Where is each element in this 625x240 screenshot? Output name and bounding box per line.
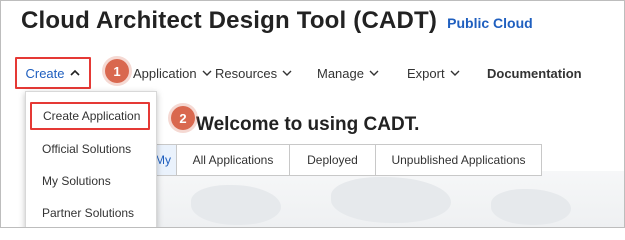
nav-export[interactable]: Export — [407, 55, 461, 91]
app-window: Cloud Architect Design Tool (CADT) Publi… — [0, 0, 625, 228]
nav-manage-label: Manage — [317, 65, 364, 81]
menu-item-my-solutions[interactable]: My Solutions — [26, 165, 158, 197]
header: Cloud Architect Design Tool (CADT) Publi… — [21, 7, 533, 47]
chevron-down-icon — [202, 70, 212, 76]
chevron-down-icon — [369, 70, 379, 76]
step-marker-1: 1 — [105, 59, 129, 83]
nav-application[interactable]: Application — [133, 55, 213, 91]
chevron-down-icon — [282, 70, 292, 76]
world-map-background — [151, 171, 624, 227]
menu-item-official-solutions[interactable]: Official Solutions — [26, 133, 158, 165]
menu-item-partner-solutions[interactable]: Partner Solutions — [26, 197, 158, 227]
cloud-type-label: Public Cloud — [447, 15, 533, 31]
tab-unpublished-applications[interactable]: Unpublished Applications — [376, 144, 542, 176]
tab-deployed[interactable]: Deployed — [290, 144, 376, 176]
map-landmass — [491, 189, 571, 225]
step-marker-2: 2 — [171, 106, 195, 130]
nav-resources-label: Resources — [215, 65, 278, 81]
nav-manage[interactable]: Manage — [317, 55, 380, 91]
nav-resources[interactable]: Resources — [215, 55, 293, 91]
create-dropdown-menu: Create Application Official Solutions My… — [25, 91, 158, 227]
menu-item-create-application[interactable]: Create Application — [30, 102, 150, 130]
app-title: Cloud Architect Design Tool (CADT) — [21, 7, 438, 34]
map-landmass — [191, 185, 281, 225]
chevron-down-icon — [450, 70, 460, 76]
welcome-heading: Welcome to using CADT. — [196, 114, 420, 135]
nav-create-label: Create — [25, 65, 65, 81]
tab-all-applications[interactable]: All Applications — [177, 144, 290, 176]
application-filter-tabs: My All Applications Deployed Unpublished… — [149, 144, 542, 176]
map-landmass — [331, 177, 451, 223]
nav-application-label: Application — [133, 65, 197, 81]
nav-export-label: Export — [407, 65, 445, 81]
chevron-up-icon — [69, 69, 80, 76]
nav-create[interactable]: Create — [15, 57, 91, 89]
nav-documentation[interactable]: Documentation — [487, 55, 582, 91]
